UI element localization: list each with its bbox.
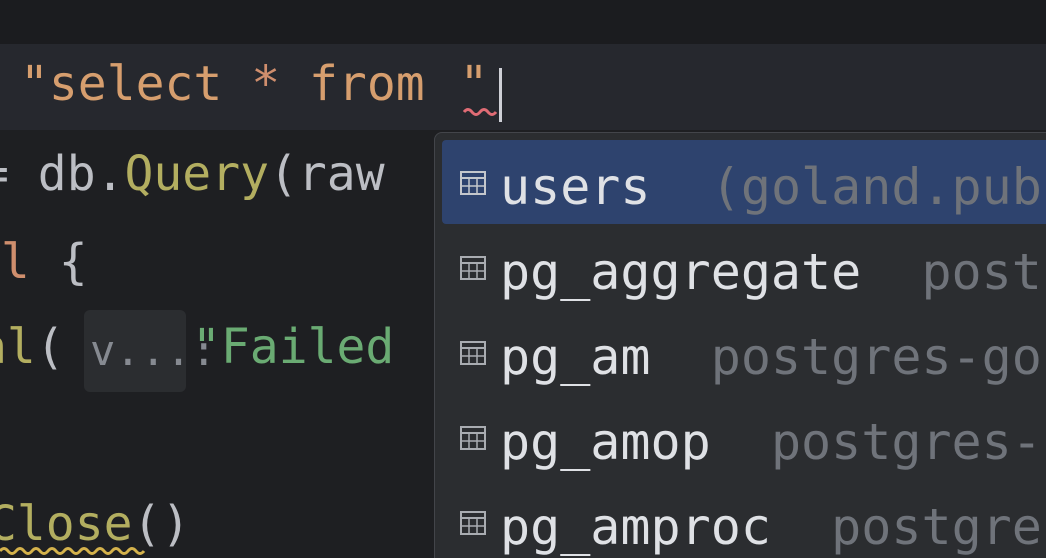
completion-item-pg-aggregate[interactable]: pg_aggregate post [442,225,1046,309]
db-identifier: db [37,146,96,202]
warning-squiggle [0,547,146,555]
query-argument: (raw [269,146,385,202]
completion-source: post [921,243,1042,301]
sql-keyword-from: from [309,56,425,112]
code-editor[interactable]: "select * from " = db.Query(raw il { al(… [0,0,1046,558]
code-line-nil-check[interactable]: il { [0,238,88,298]
completion-name: pg_amproc [500,498,771,556]
completion-item-pg-amproc[interactable]: pg_amproc postgre [442,480,1046,558]
completion-name: users [500,158,651,216]
parameter-hint[interactable]: v...: [84,310,216,392]
table-icon [460,426,486,450]
sql-star: * [251,56,281,112]
completion-item-pg-amop[interactable]: pg_amop postgres- [442,395,1046,479]
sql-keyword-select: select [48,56,223,112]
error-squiggle [463,108,498,116]
open-brace: { [29,234,88,290]
completion-source: postgre [831,498,1042,556]
autocomplete-popup[interactable]: users (goland.pub pg_aggregate post pg_a… [434,132,1046,558]
fatal-fn-tail: al [0,319,36,375]
query-method: Query [124,146,270,202]
completion-source: postgres- [770,413,1042,471]
close-parens: () [132,496,191,552]
member-dot: . [95,146,125,202]
completion-item-pg-am[interactable]: pg_am postgres-go [442,310,1046,394]
previous-line-area [0,0,1046,44]
table-icon [460,256,486,280]
close-method: Close [0,496,133,552]
completion-source: (goland.pub [710,158,1042,216]
code-line-sql-string[interactable]: "select * from " [20,60,488,120]
assign-operator: = [0,146,38,202]
code-line-query[interactable]: = db.Query(raw [0,150,385,210]
text-caret [499,68,502,122]
string-open-quote: " [20,56,49,112]
open-paren: ( [35,319,65,375]
completion-name: pg_aggregate [500,243,862,301]
completion-source: postgres-go [710,328,1042,386]
code-line-fatal-string: "Failed [192,323,394,383]
completion-name: pg_amop [500,413,711,471]
string-tail-space [425,56,454,112]
failed-string: "Failed [192,319,395,375]
table-icon [460,341,486,365]
completion-name: pg_am [500,328,651,386]
nil-keyword-tail: il [0,234,30,290]
string-close-quote: " [459,56,489,112]
completion-item-users[interactable]: users (goland.pub [442,140,1046,224]
code-line-fatal[interactable]: al( [0,323,65,383]
table-icon [460,511,486,535]
table-icon [460,171,486,195]
